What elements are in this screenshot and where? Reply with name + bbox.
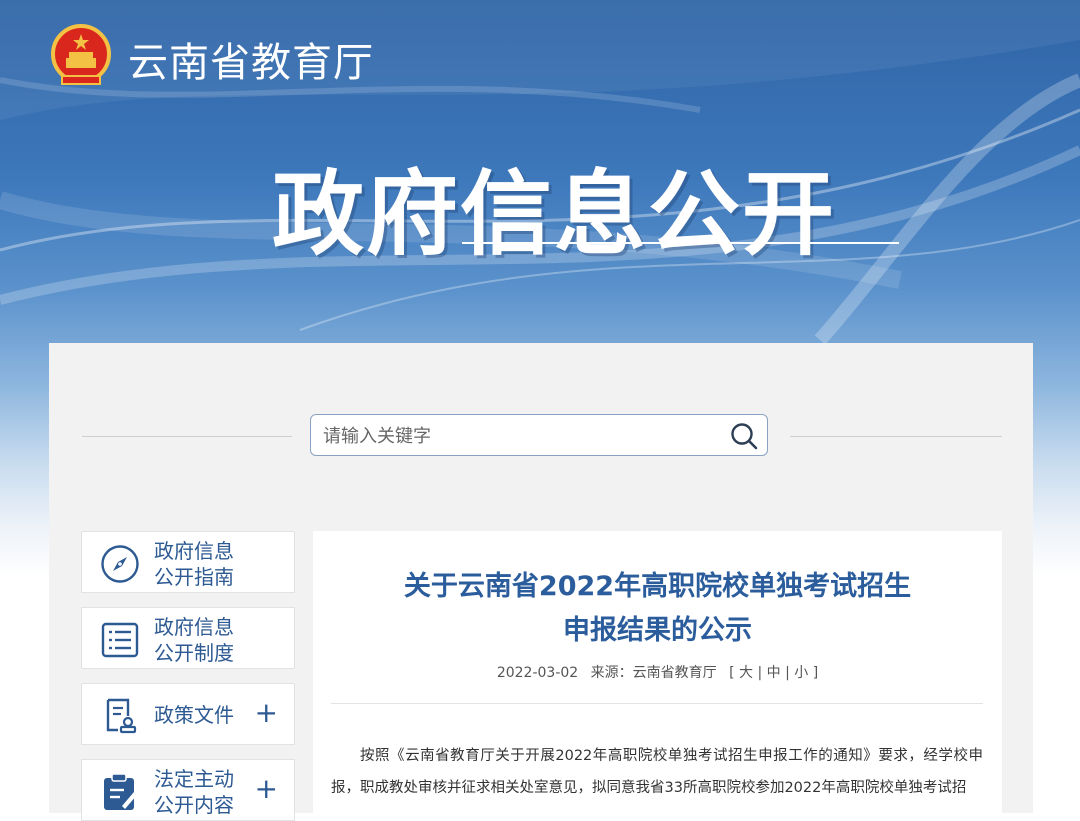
search-input[interactable] [321, 421, 725, 451]
search-icon[interactable] [729, 421, 759, 451]
national-emblem-icon [51, 24, 111, 85]
search-divider-right [790, 436, 1002, 437]
site-title[interactable]: 云南省教育厅 [128, 30, 374, 88]
expand-plus-icon[interactable]: + [255, 774, 278, 804]
sidebar-item-statutory-disclosure[interactable]: 法定主动 公开内容 + [81, 759, 295, 821]
compass-icon [101, 545, 139, 583]
sidebar-item-label: 政府信息 公开指南 [154, 539, 234, 589]
sidebar-item-disclosure-guide[interactable]: 政府信息 公开指南 [81, 531, 295, 593]
expand-plus-icon[interactable]: + [255, 698, 278, 728]
meta-divider [331, 703, 983, 704]
hero-underline [462, 242, 899, 244]
sidebar-item-policy-documents[interactable]: 政策文件 + [81, 683, 295, 745]
hero-title: 政府信息公开 [272, 161, 837, 268]
sidebar-item-label: 法定主动 公开内容 [154, 767, 234, 817]
sidebar-item-label: 政府信息 公开制度 [154, 615, 234, 665]
article-meta: 2022-03-02 来源：云南省教育厅 [ 大 | 中 | 小 ] [313, 662, 1002, 682]
sidebar-item-disclosure-system[interactable]: 政府信息 公开制度 [81, 607, 295, 669]
article-source: 来源：云南省教育厅 [590, 665, 717, 681]
font-size-controls[interactable]: [ 大 | 中 | 小 ] [729, 665, 818, 681]
article-panel: 关于云南省2022年高职院校单独考试招生 申报结果的公示 2022-03-02 … [313, 531, 1002, 821]
article-title: 关于云南省2022年高职院校单独考试招生 申报结果的公示 [403, 571, 912, 646]
clipboard-edit-icon [104, 773, 137, 810]
search-box [310, 414, 768, 456]
article-body: 按照《云南省教育厅关于开展2022年高职院校单独考试招生申报工作的通知》要求，经… [331, 748, 983, 796]
search-divider-left [82, 436, 292, 437]
document-stamp-icon [106, 698, 137, 734]
article-date: 2022-03-02 [496, 665, 579, 681]
list-document-icon [101, 622, 139, 658]
sidebar-item-label: 政策文件 [154, 703, 234, 727]
